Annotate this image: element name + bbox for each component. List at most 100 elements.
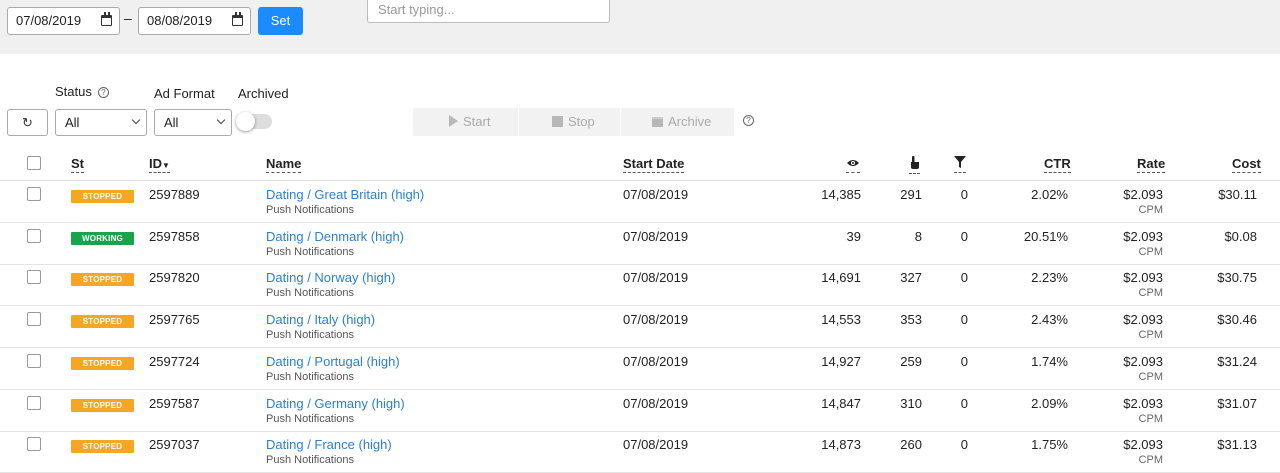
calendar-icon[interactable] [232, 12, 243, 26]
start-date: 07/08/2019 [623, 395, 689, 411]
table-row: STOPPED 2597765 Dating / Italy (high) Push … [0, 306, 1280, 349]
campaign-id: 2597889 [149, 187, 200, 202]
ad-format: Push Notifications [266, 204, 355, 216]
calendar-icon[interactable] [101, 12, 112, 26]
table-row: STOPPED 2597724 Dating / Portugal (high) Pu… [0, 348, 1280, 390]
column-header-ctr[interactable]: CTR [1044, 156, 1071, 173]
clicks: 259 [900, 353, 922, 369]
column-header-name[interactable]: Name [266, 156, 302, 173]
select-all-checkbox[interactable] [27, 156, 41, 170]
status-badge: WORKING [71, 231, 134, 245]
table-row: STOPPED 2597820 Dating / Norway (high) Push… [0, 264, 1280, 307]
clicks: 8 [914, 228, 922, 244]
impressions: 14,847 [821, 395, 861, 411]
date-separator: – [124, 10, 132, 26]
ad-format-select[interactable]: All [154, 109, 232, 136]
status-select[interactable]: All [55, 109, 147, 136]
impressions: 14,553 [821, 312, 861, 328]
clicks: 310 [900, 395, 922, 411]
rate-model: CPM [1138, 204, 1163, 216]
refresh-icon: ↻ [22, 115, 33, 130]
ctr: 1.75% [1031, 437, 1068, 453]
campaign-name-link[interactable]: Dating / Great Britain (high) [266, 187, 424, 202]
archived-label: Archived [238, 86, 289, 101]
campaign-name-link[interactable]: Dating / Norway (high) [266, 270, 395, 285]
ctr: 1.74% [1031, 353, 1068, 369]
ad-format-label: Ad Format [154, 86, 215, 101]
clicks: 291 [900, 187, 922, 202]
row-checkbox[interactable] [27, 187, 41, 201]
help-icon[interactable]: ? [743, 115, 754, 126]
column-header-conversions[interactable] [954, 156, 966, 173]
campaign-id: 2597765 [149, 312, 200, 328]
cost: $31.24 [1217, 353, 1257, 369]
start-date: 07/08/2019 [623, 270, 689, 286]
rate: $2.093 [1123, 228, 1163, 244]
status-badge: STOPPED [71, 315, 134, 329]
archived-toggle[interactable] [236, 112, 272, 131]
conversions: 0 [960, 187, 968, 202]
start-date-header-text: Start Date [623, 156, 685, 173]
start-button[interactable]: Start [449, 114, 490, 129]
rate: $2.093 [1123, 353, 1163, 369]
rate-model: CPM [1138, 370, 1163, 383]
name-header-text: Name [266, 156, 302, 173]
date-from-input[interactable]: 07/08/2019 [7, 7, 120, 35]
status-badge: STOPPED [71, 398, 134, 412]
search-input[interactable]: Start typing... [367, 0, 610, 23]
campaign-name-link[interactable]: Dating / Portugal (high) [266, 354, 400, 369]
table-row: STOPPED 2597889 Dating / Great Britain (hi… [0, 181, 1280, 223]
row-checkbox[interactable] [27, 353, 41, 368]
row-checkbox[interactable] [27, 395, 41, 410]
archive-label: Archive [668, 114, 712, 129]
campaign-name-link[interactable]: Dating / Italy (high) [266, 312, 375, 327]
row-checkbox[interactable] [27, 270, 41, 285]
clicks: 353 [900, 312, 922, 328]
table-row: STOPPED 2597587 Dating / Germany (high) Pus… [0, 390, 1280, 432]
start-date: 07/08/2019 [623, 437, 689, 453]
status-badge: STOPPED [71, 190, 134, 203]
column-header-rate[interactable]: Rate [1137, 156, 1166, 173]
row-checkbox[interactable] [27, 228, 41, 243]
date-from-value: 07/08/2019 [16, 13, 82, 28]
column-header-impressions[interactable] [846, 156, 860, 173]
archive-button[interactable]: Archive [652, 114, 711, 129]
toggle-knob [236, 112, 255, 131]
rate: $2.093 [1123, 187, 1163, 202]
table-row: WORKING 2597858 Dating / Denmark (high) Pus… [0, 223, 1280, 265]
set-date-button[interactable]: Set [258, 7, 303, 35]
chevron-down-icon [216, 115, 226, 125]
column-header-start-date[interactable]: Start Date [623, 156, 685, 173]
top-filter-bar: 07/08/2019 – 08/08/2019 Set Start typing… [0, 0, 1280, 54]
status-label-text: Status [55, 84, 92, 99]
ad-format: Push Notifications [266, 454, 355, 467]
row-checkbox[interactable] [27, 437, 41, 452]
ctr: 2.43% [1031, 312, 1068, 328]
campaign-id: 2597724 [149, 353, 200, 369]
stop-button[interactable]: Stop [552, 114, 595, 129]
rate: $2.093 [1123, 312, 1163, 328]
cost: $31.07 [1217, 395, 1257, 411]
column-header-clicks[interactable] [909, 156, 920, 174]
rate-model: CPM [1138, 287, 1163, 300]
cost: $30.11 [1218, 187, 1257, 202]
refresh-button[interactable]: ↻ [7, 109, 48, 136]
start-date: 07/08/2019 [623, 228, 689, 244]
column-header-status[interactable]: St [71, 156, 84, 173]
campaign-name-link[interactable]: Dating / France (high) [266, 437, 392, 452]
column-header-id[interactable]: ID▼ [149, 156, 170, 173]
eye-icon [846, 156, 860, 173]
ad-format: Push Notifications [266, 370, 355, 383]
archive-icon [652, 117, 663, 127]
ctr: 2.09% [1031, 395, 1068, 411]
row-checkbox[interactable] [27, 312, 41, 327]
status-select-value: All [65, 115, 80, 130]
start-date: 07/08/2019 [623, 187, 689, 202]
column-header-cost[interactable]: Cost [1232, 156, 1261, 173]
campaign-name-link[interactable]: Dating / Denmark (high) [266, 229, 404, 244]
help-icon[interactable]: ? [97, 87, 109, 98]
start-date: 07/08/2019 [623, 353, 689, 369]
date-to-input[interactable]: 08/08/2019 [138, 7, 251, 35]
sort-desc-icon: ▼ [162, 161, 170, 170]
campaign-name-link[interactable]: Dating / Germany (high) [266, 396, 405, 411]
